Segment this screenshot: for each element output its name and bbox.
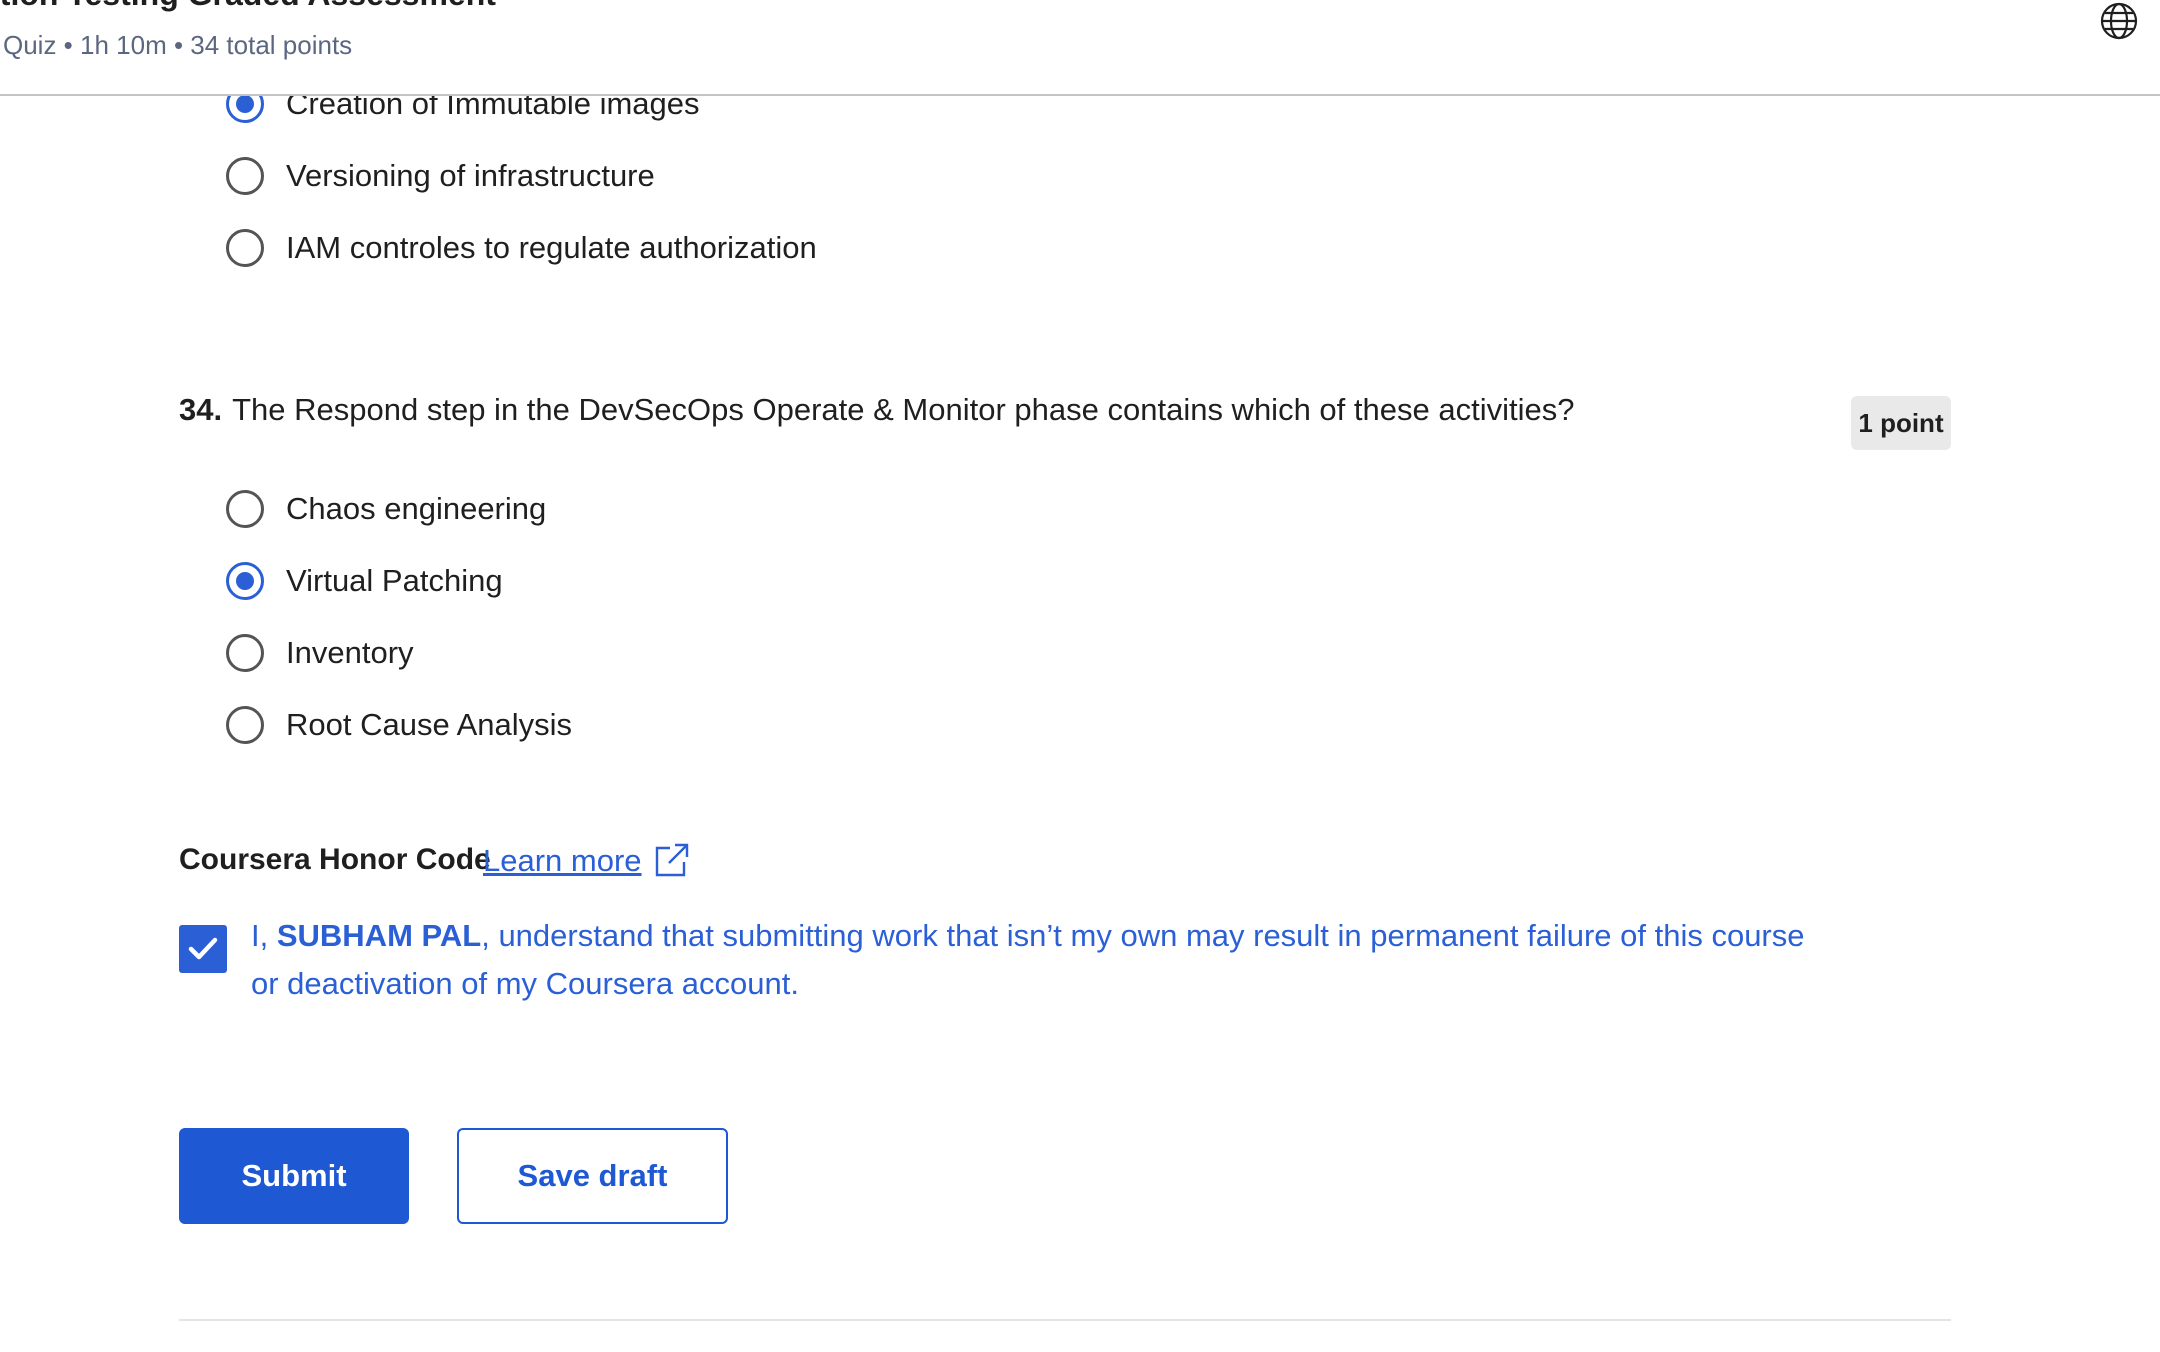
radio-selected[interactable]	[226, 562, 264, 600]
option-virtual-patching[interactable]: Virtual Patching	[226, 553, 503, 609]
radio-unselected[interactable]	[226, 229, 264, 267]
honor-code-checkbox[interactable]	[179, 925, 227, 973]
question-number: 34.	[179, 392, 223, 427]
statement-text: , understand that submitting work that i…	[251, 918, 1805, 1001]
option-label: Virtual Patching	[286, 563, 503, 598]
radio-unselected[interactable]	[226, 157, 264, 195]
honor-code-statement[interactable]: I, SUBHAM PAL, understand that submittin…	[251, 912, 1831, 1008]
prev-option-1[interactable]: Versioning of infrastructure	[226, 148, 655, 204]
learn-more-link[interactable]: Learn more	[483, 843, 642, 879]
prev-option-2[interactable]: IAM controles to regulate authorization	[226, 220, 817, 276]
globe-icon[interactable]	[2100, 2, 2138, 40]
option-label: Inventory	[286, 635, 414, 670]
radio-unselected[interactable]	[226, 490, 264, 528]
checkmark-icon	[188, 937, 218, 960]
option-chaos-engineering[interactable]: Chaos engineering	[226, 481, 546, 537]
learner-name: SUBHAM PAL	[276, 918, 482, 953]
quiz-header: ation Testing Graded Assessment Quiz • 1…	[0, 0, 2160, 96]
save-draft-button[interactable]: Save draft	[457, 1128, 728, 1224]
option-root-cause-analysis[interactable]: Root Cause Analysis	[226, 697, 572, 753]
option-label: Chaos engineering	[286, 491, 547, 526]
question-text: The Respond step in the DevSecOps Operat…	[232, 392, 1575, 427]
quiz-meta: Quiz • 1h 10m • 34 total points	[3, 30, 353, 60]
radio-unselected[interactable]	[226, 706, 264, 744]
option-inventory[interactable]: Inventory	[226, 625, 414, 681]
external-link-icon[interactable]	[654, 842, 690, 878]
statement-prefix: I,	[251, 918, 277, 953]
quiz-title: ation Testing Graded Assessment	[0, 0, 496, 13]
option-label: Versioning of infrastructure	[286, 158, 655, 193]
submit-button[interactable]: Submit	[179, 1128, 409, 1224]
option-label: IAM controles to regulate authorization	[286, 230, 817, 265]
honor-code-title: Coursera Honor Code	[179, 843, 491, 876]
points-badge: 1 point	[1851, 396, 1951, 450]
radio-unselected[interactable]	[226, 634, 264, 672]
question-34: 34. The Respond step in the DevSecOps Ope…	[179, 392, 1574, 428]
divider	[179, 1319, 1951, 1321]
option-label: Root Cause Analysis	[286, 707, 573, 742]
